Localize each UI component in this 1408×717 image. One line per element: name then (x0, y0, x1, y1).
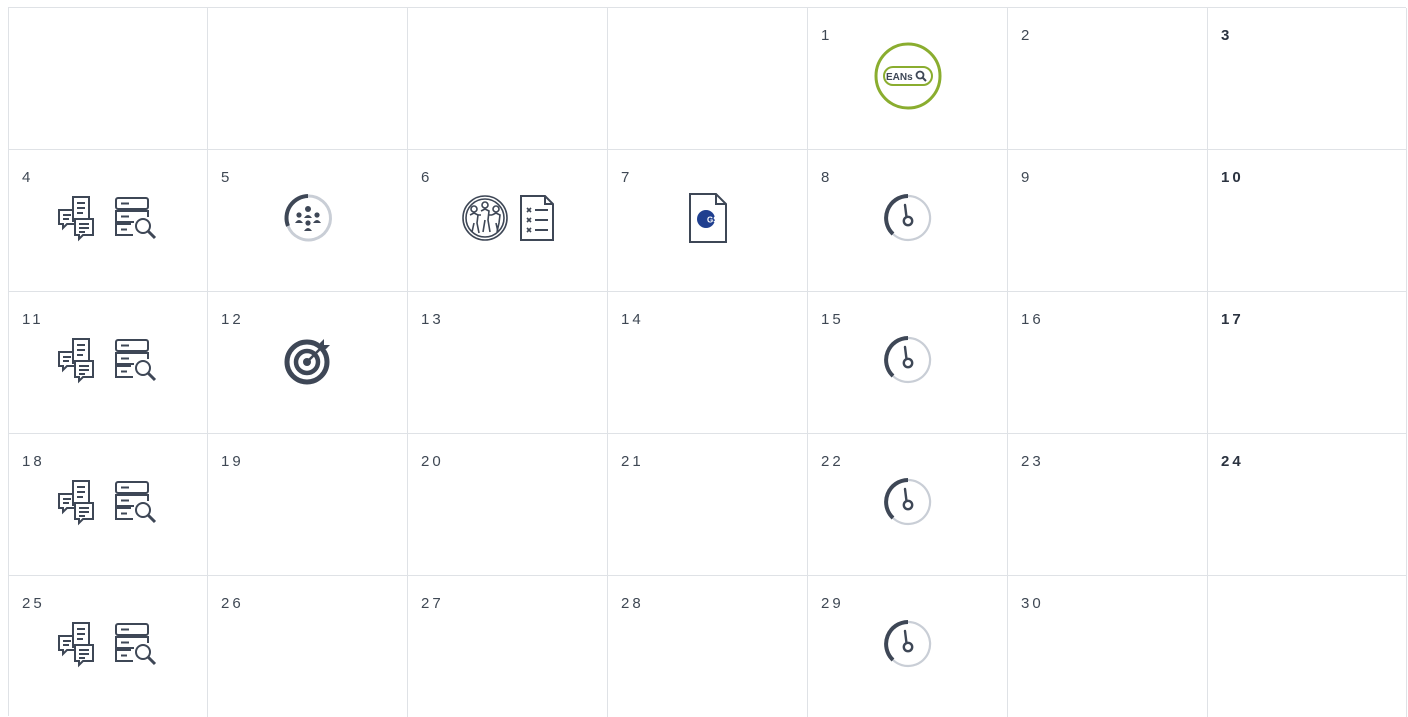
checklist-icon[interactable] (517, 192, 557, 244)
day-number: 28 (621, 595, 644, 612)
day-number: 19 (221, 453, 244, 470)
day-cell-16[interactable]: 16 (1008, 292, 1208, 434)
day-number: 29 (821, 595, 844, 612)
day-event-icons (9, 472, 207, 532)
day-number: 25 (22, 595, 45, 612)
gauge-icon[interactable] (881, 475, 935, 529)
day-number: 12 (221, 311, 244, 328)
day-cell-3[interactable]: 3 (1208, 8, 1407, 150)
day-cell-4[interactable]: 4 (9, 150, 208, 292)
day-cell-15[interactable]: 15 (808, 292, 1008, 434)
day-number: 15 (821, 311, 844, 328)
empty-day-cell (608, 8, 808, 150)
list-search-icon[interactable] (111, 477, 161, 527)
gauge-icon[interactable] (881, 617, 935, 671)
day-number: 22 (821, 453, 844, 470)
chat-documents-icon[interactable] (55, 193, 105, 243)
team-circle-icon[interactable] (282, 192, 334, 244)
day-number: 14 (621, 311, 644, 328)
day-number: 7 (621, 169, 633, 186)
day-cell-21[interactable]: 21 (608, 434, 808, 576)
chat-documents-icon[interactable] (55, 619, 105, 669)
day-number: 27 (421, 595, 444, 612)
day-event-icons (9, 614, 207, 674)
gs1-label: GS1 (707, 216, 724, 225)
gauge-icon[interactable] (881, 333, 935, 387)
day-event-icons (9, 330, 207, 390)
day-event-icons (808, 188, 1007, 248)
day-number: 9 (1021, 169, 1033, 186)
day-cell-14[interactable]: 14 (608, 292, 808, 434)
list-search-icon[interactable] (111, 335, 161, 385)
day-event-icons: EANs (808, 42, 1007, 110)
eans-label: EANs (886, 72, 913, 83)
day-cell-23[interactable]: 23 (1008, 434, 1208, 576)
day-number: 1 (821, 27, 833, 44)
day-number: 30 (1021, 595, 1044, 612)
day-cell-2[interactable]: 2 (1008, 8, 1208, 150)
day-event-icons (808, 330, 1007, 390)
day-cell-26[interactable]: 26 (208, 576, 408, 717)
day-cell-20[interactable]: 20 (408, 434, 608, 576)
day-event-icons: GS1 (608, 188, 807, 248)
day-cell-19[interactable]: 19 (208, 434, 408, 576)
day-cell-22[interactable]: 22 (808, 434, 1008, 576)
day-cell-17[interactable]: 17 (1208, 292, 1407, 434)
day-event-icons (9, 188, 207, 248)
list-search-icon[interactable] (111, 193, 161, 243)
day-number: 6 (421, 169, 433, 186)
community-circle-icon[interactable] (459, 192, 511, 244)
empty-day-cell (1208, 576, 1407, 717)
day-cell-12[interactable]: 12 (208, 292, 408, 434)
day-event-icons (808, 614, 1007, 674)
day-event-icons (808, 472, 1007, 532)
day-cell-8[interactable]: 8 (808, 150, 1008, 292)
day-number: 3 (1221, 27, 1233, 44)
day-cell-27[interactable]: 27 (408, 576, 608, 717)
day-number: 16 (1021, 311, 1044, 328)
day-number: 8 (821, 169, 833, 186)
day-number: 11 (22, 311, 44, 328)
day-cell-10[interactable]: 10 (1208, 150, 1407, 292)
day-cell-1[interactable]: 1 EANs (808, 8, 1008, 150)
day-number: 10 (1221, 169, 1244, 186)
gauge-icon[interactable] (881, 191, 935, 245)
day-event-icons (208, 188, 407, 248)
day-number: 24 (1221, 453, 1244, 470)
day-event-icons (408, 188, 607, 248)
day-number: 23 (1021, 453, 1044, 470)
day-number: 5 (221, 169, 233, 186)
day-event-icons (208, 330, 407, 390)
day-cell-6[interactable]: 6 (408, 150, 608, 292)
day-number: 20 (421, 453, 444, 470)
day-number: 4 (22, 169, 34, 186)
day-number: 18 (22, 453, 45, 470)
gs1-document-icon[interactable]: GS1 (686, 191, 730, 245)
day-number: 17 (1221, 311, 1244, 328)
chat-documents-icon[interactable] (55, 477, 105, 527)
empty-day-cell (208, 8, 408, 150)
month-calendar-grid: 1 EANs 234 5 6 7 GS1 8 9 10 11 12 13 14 … (8, 7, 1407, 717)
day-cell-9[interactable]: 9 (1008, 150, 1208, 292)
day-cell-24[interactable]: 24 (1208, 434, 1407, 576)
day-number: 26 (221, 595, 244, 612)
day-cell-25[interactable]: 25 (9, 576, 208, 717)
day-number: 21 (621, 453, 644, 470)
chat-documents-icon[interactable] (55, 335, 105, 385)
empty-day-cell (408, 8, 608, 150)
target-icon[interactable] (282, 334, 334, 386)
day-cell-5[interactable]: 5 (208, 150, 408, 292)
list-search-icon[interactable] (111, 619, 161, 669)
day-cell-30[interactable]: 30 (1008, 576, 1208, 717)
day-cell-7[interactable]: 7 GS1 (608, 150, 808, 292)
day-number: 13 (421, 311, 444, 328)
empty-day-cell (9, 8, 208, 150)
day-cell-18[interactable]: 18 (9, 434, 208, 576)
day-cell-13[interactable]: 13 (408, 292, 608, 434)
day-cell-11[interactable]: 11 (9, 292, 208, 434)
day-number: 2 (1021, 27, 1033, 44)
day-cell-29[interactable]: 29 (808, 576, 1008, 717)
eans-search-icon[interactable]: EANs (872, 40, 944, 112)
day-cell-28[interactable]: 28 (608, 576, 808, 717)
